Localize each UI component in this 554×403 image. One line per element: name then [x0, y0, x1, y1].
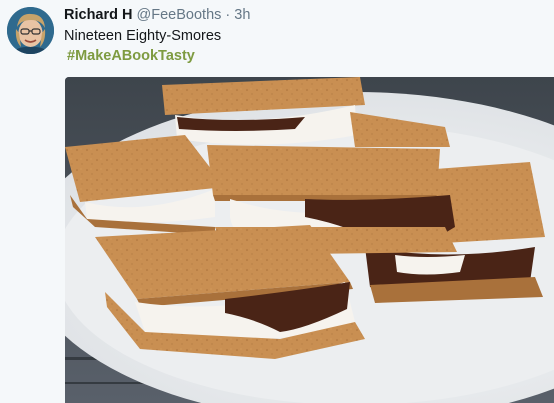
hashtag-link[interactable]: #MakeABookTasty	[67, 47, 195, 65]
author-handle[interactable]: @FeeBooths	[137, 7, 222, 23]
tweet-timestamp[interactable]: 3h	[234, 7, 250, 23]
smores-photo-icon	[65, 77, 554, 403]
meta-separator: ·	[225, 7, 231, 23]
tweet-text: Nineteen Eighty-Smores	[64, 28, 222, 44]
tweet[interactable]: Richard H @FeeBooths · 3h Nineteen Eight…	[0, 0, 554, 403]
tweet-photo[interactable]	[65, 77, 554, 403]
tweet-header: Richard H @FeeBooths · 3h	[64, 6, 250, 24]
author-name[interactable]: Richard H	[64, 7, 133, 23]
avatar[interactable]	[7, 7, 54, 54]
avatar-image	[7, 7, 54, 54]
